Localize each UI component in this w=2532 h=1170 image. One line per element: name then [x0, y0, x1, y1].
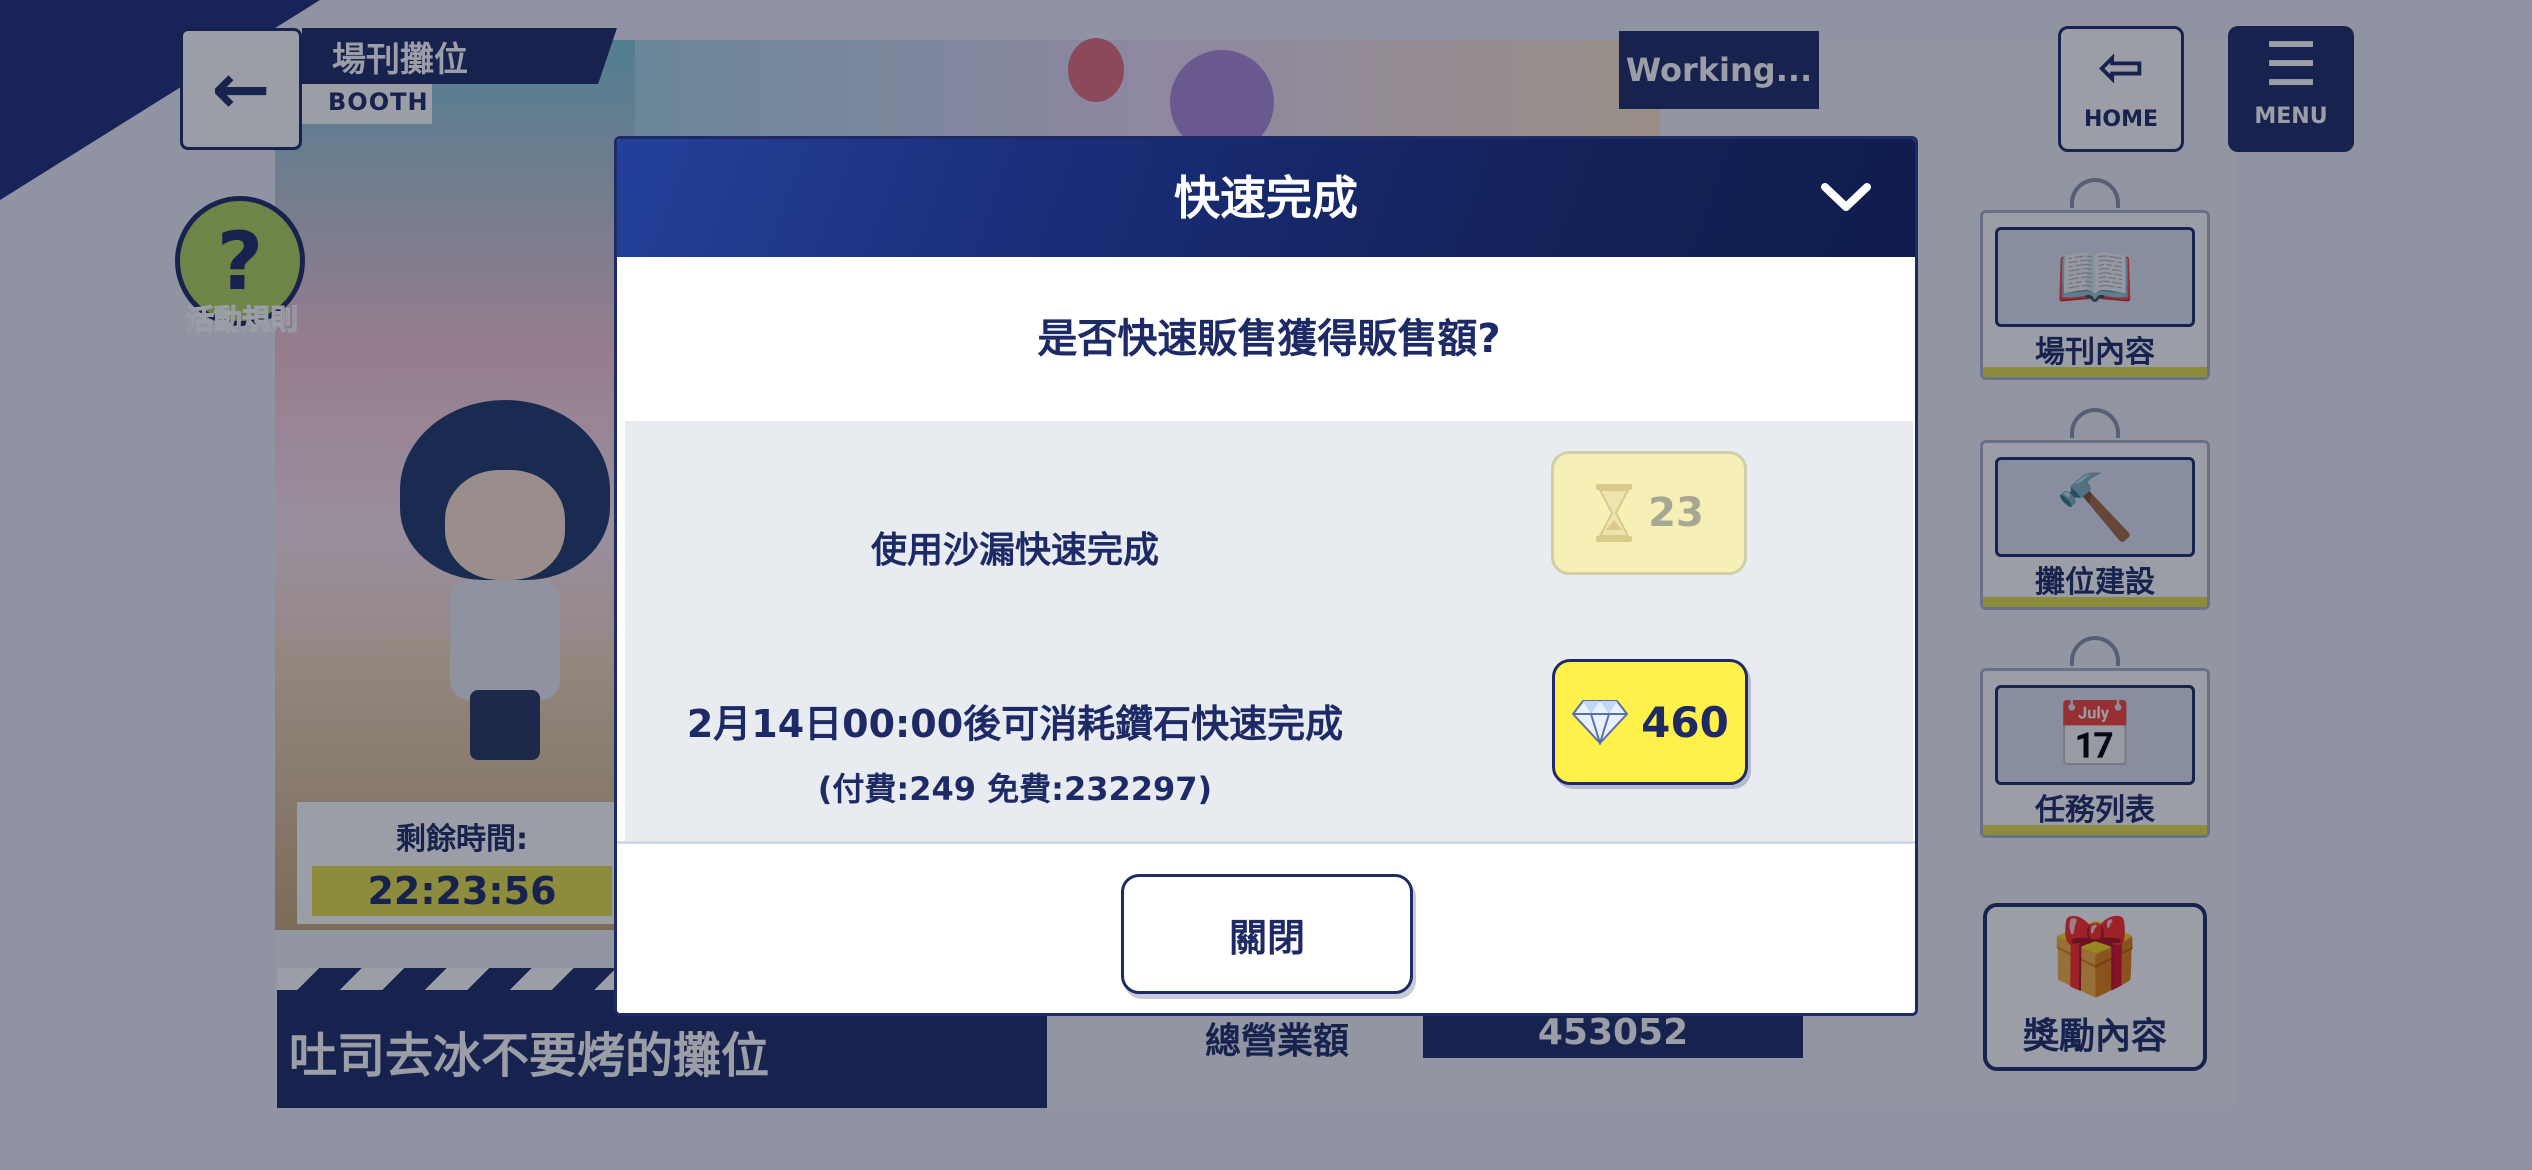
dialog-title: 快速完成 — [1174, 171, 1358, 225]
dialog-header: 快速完成 — [617, 139, 1915, 257]
dialog-question: 是否快速販售獲得販售額? — [1037, 316, 1501, 362]
diamond-cost: 460 — [1641, 697, 1729, 747]
diamond-icon — [1571, 700, 1629, 745]
completion-options: 使用沙漏快速完成 23 2月14日00:00後可消耗鑽石快速完成 (付費:249… — [625, 421, 1913, 841]
hourglass-option-text: 使用沙漏快速完成 — [870, 530, 1159, 571]
quick-complete-dialog: 快速完成 是否快速販售獲得販售額? 使用沙漏快速完成 23 2月14日00:00… — [614, 136, 1918, 1016]
dialog-question-area: 是否快速販售獲得販售額? — [625, 257, 1913, 421]
collapse-button[interactable] — [1819, 175, 1873, 221]
chevron-down-icon — [1821, 183, 1871, 211]
dialog-footer: 關閉 — [617, 841, 1915, 1013]
hourglass-icon — [1596, 484, 1633, 542]
close-button[interactable]: 關閉 — [1121, 874, 1413, 994]
diamond-complete-button[interactable]: 460 — [1552, 659, 1748, 785]
hourglass-complete-button[interactable]: 23 — [1551, 451, 1747, 575]
hourglass-count: 23 — [1648, 490, 1704, 536]
